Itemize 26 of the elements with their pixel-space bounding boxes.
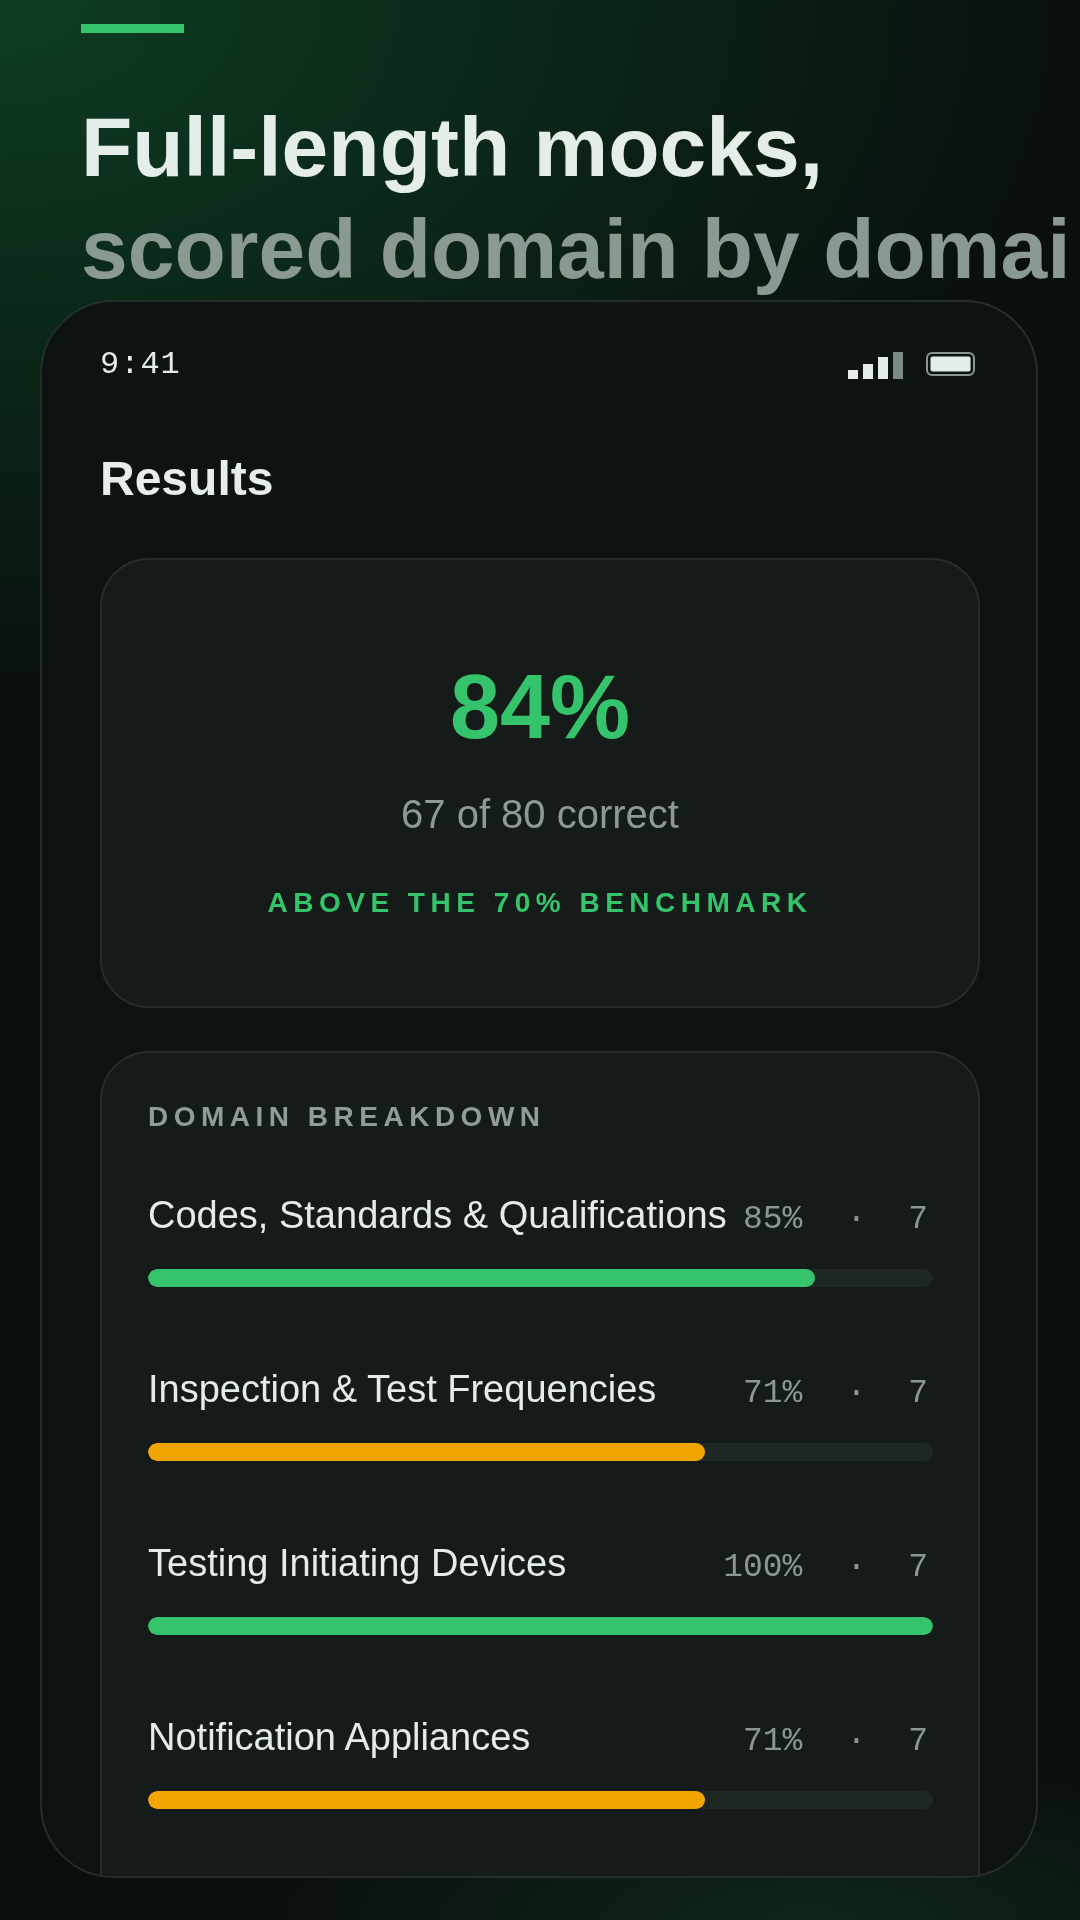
screen-title: Results xyxy=(100,451,274,507)
domain-name: Codes, Standards & Qualifications xyxy=(148,1193,727,1238)
separator-text: · xyxy=(846,1548,867,1588)
signal-icon xyxy=(848,351,903,379)
benchmark-status: ABOVE THE 70% BENCHMARK xyxy=(267,886,813,920)
domain-count: 7 xyxy=(908,1374,928,1414)
section-title: DOMAIN BREAKDOWN xyxy=(148,1100,546,1134)
domain-count: 7 xyxy=(908,1722,928,1762)
domain-percent: 100% xyxy=(723,1548,803,1588)
domain-percent: 71% xyxy=(742,1722,803,1762)
domain-name: Testing Initiating Devices xyxy=(148,1541,567,1586)
separator-text: · xyxy=(846,1374,867,1414)
status-time: 9:41 xyxy=(100,345,181,385)
domain-percent: 85% xyxy=(742,1200,803,1240)
domain-name: Notification Appliances xyxy=(148,1715,531,1760)
headline-text: Full-length mocks, xyxy=(81,99,824,196)
separator-text: · xyxy=(846,1722,867,1762)
battery-icon xyxy=(926,352,975,376)
separator-text: · xyxy=(846,1200,867,1240)
domain-count: 7 xyxy=(908,1548,928,1588)
domain-name: Inspection & Test Frequencies xyxy=(148,1367,657,1412)
subheadline-text: scored domain by domai xyxy=(81,201,1071,298)
domain-count: 7 xyxy=(908,1200,928,1240)
domain-percent: 71% xyxy=(742,1374,803,1414)
score-detail: 67 of 80 correct xyxy=(401,791,679,838)
score-percent: 84% xyxy=(449,662,631,752)
